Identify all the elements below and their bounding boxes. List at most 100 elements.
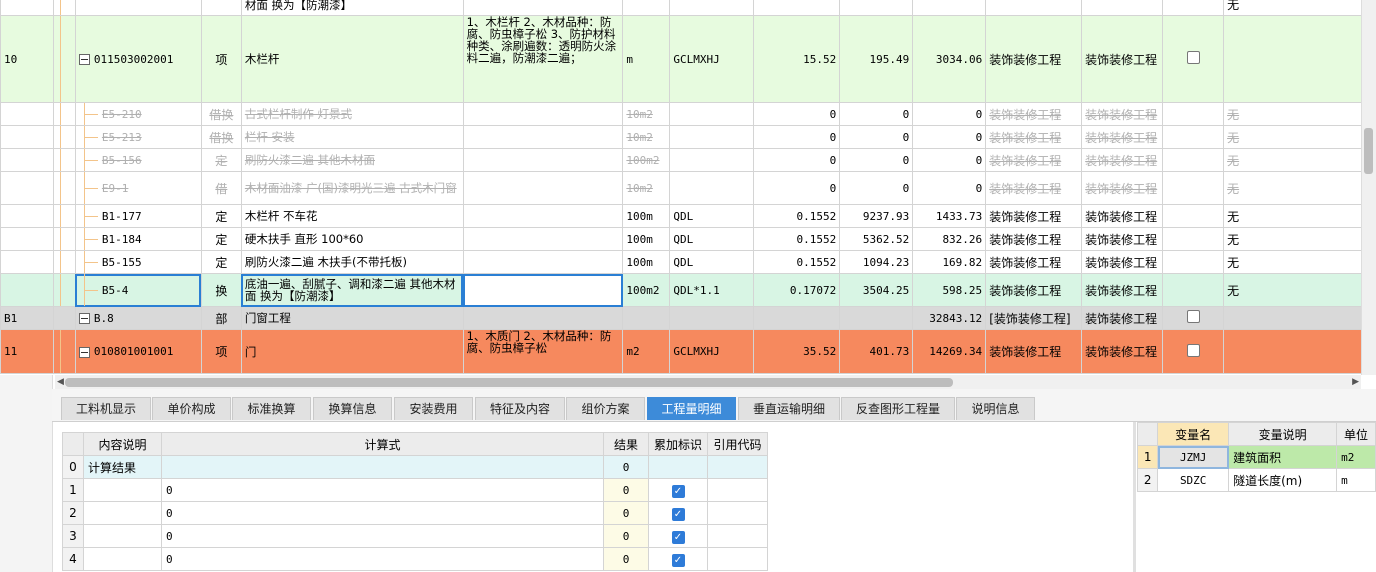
scroll-left-icon[interactable]: ◀ xyxy=(57,375,64,389)
checkmark-icon[interactable]: ✓ xyxy=(671,507,685,521)
grid-row[interactable]: B1 B.8 部门窗工程 32843.12 [装饰装修工程] 装饰装修工程 xyxy=(0,306,1376,330)
name-cell[interactable]: 栏杆 安装 xyxy=(240,125,464,149)
checkmark-icon[interactable]: ✓ xyxy=(671,484,685,498)
expr-cell[interactable]: QDL*1.1 xyxy=(669,273,755,307)
var-row[interactable]: 2 SDZC 隧道长度(m) m xyxy=(1136,468,1376,492)
tab-1[interactable]: 单价构成 xyxy=(152,397,231,420)
tab-9[interactable]: 反查图形工程量 xyxy=(841,397,955,420)
checkmark-icon[interactable]: ✓ xyxy=(671,553,685,567)
feature-cell[interactable]: 1、木质门 2、木材品种：防腐、防虫樟子松 xyxy=(462,329,624,374)
calc-formula[interactable]: 0 xyxy=(161,547,604,571)
scroll-right-icon[interactable]: ▶ xyxy=(1352,375,1359,389)
calc-desc[interactable] xyxy=(83,478,162,502)
panel-splitter[interactable] xyxy=(1133,422,1136,572)
grid-row[interactable]: 材面 换为【防潮漆】 无 xyxy=(0,0,1376,16)
checkmark-icon[interactable]: ✓ xyxy=(671,530,685,544)
calc-header[interactable]: 结果 xyxy=(603,432,649,456)
calc-row[interactable]: 0 计算结果 0 xyxy=(62,455,768,479)
grid-row[interactable]: E5-210 借换 古式栏杆制作 灯景式 10m2 0 0 0 装饰装修工程 装饰装修工程无 xyxy=(0,102,1376,126)
code-cell[interactable]: E9-1 xyxy=(74,171,202,205)
tab-2[interactable]: 标准换算 xyxy=(232,397,311,420)
checkbox-cell[interactable] xyxy=(1162,171,1225,205)
grid-row[interactable]: E5-213 借换 栏杆 安装 10m2 0 0 0 装饰装修工程 装饰装修工程无 xyxy=(0,125,1376,149)
calc-desc[interactable] xyxy=(83,524,162,548)
code-cell[interactable]: B1-184 xyxy=(74,227,202,251)
name-cell[interactable]: 材面 换为【防潮漆】 xyxy=(240,0,464,16)
tab-4[interactable]: 安装费用 xyxy=(394,397,473,420)
ref-code[interactable] xyxy=(707,478,768,502)
name-cell[interactable]: 刷防火漆二遍 木扶手(不带托板) xyxy=(240,250,464,274)
feature-cell[interactable]: 1、木栏杆 2、木材品种：防腐、防虫樟子松 3、防护材料种类、涂刷遍数：透明防火… xyxy=(462,15,624,103)
feature-cell[interactable] xyxy=(462,306,624,330)
calc-desc[interactable] xyxy=(83,547,162,571)
calc-row[interactable]: 3 0 0 ✓ xyxy=(62,524,768,548)
code-cell[interactable]: 010801001001 xyxy=(74,329,202,374)
grid-row[interactable]: E9-1 借木材面油漆 广(国)漆明光三遍 古式木门窗 10m2 0 0 0 装饰装修工程装… xyxy=(0,171,1376,205)
checkbox-cell[interactable] xyxy=(1162,204,1225,228)
feature-cell[interactable] xyxy=(462,204,624,228)
code-cell[interactable]: E5-213 xyxy=(74,125,202,149)
var-row[interactable]: 1 JZMJ 建筑面积 m2 xyxy=(1136,445,1376,469)
expr-cell[interactable] xyxy=(669,148,755,172)
collapse-icon[interactable] xyxy=(78,54,90,65)
expr-cell[interactable] xyxy=(669,0,755,16)
calc-row[interactable]: 1 0 0 ✓ xyxy=(62,478,768,502)
ref-code[interactable] xyxy=(707,547,768,571)
vertical-scrollbar[interactable] xyxy=(1361,0,1376,375)
var-header[interactable]: 单位 xyxy=(1336,422,1376,446)
checkbox-cell[interactable] xyxy=(1162,148,1225,172)
tab-6[interactable]: 组价方案 xyxy=(566,397,645,420)
collapse-icon[interactable] xyxy=(78,313,90,324)
feature-cell[interactable] xyxy=(462,250,624,274)
accumulate-cell[interactable]: ✓ xyxy=(648,524,708,548)
expr-cell[interactable] xyxy=(669,102,755,126)
horizontal-scroll-thumb[interactable] xyxy=(65,378,953,387)
ref-code[interactable] xyxy=(707,455,768,479)
calc-formula[interactable]: 0 xyxy=(161,501,604,525)
expr-cell[interactable] xyxy=(669,171,755,205)
calc-row[interactable]: 4 0 0 ✓ xyxy=(62,547,768,571)
row-checkbox[interactable] xyxy=(1186,51,1200,64)
grid-row[interactable]: 11 010801001001 项门 1、木质门 2、木材品种：防腐、防虫樟子松 m2 G… xyxy=(0,329,1376,374)
calc-header[interactable]: 引用代码 xyxy=(707,432,768,456)
checkbox-cell[interactable] xyxy=(1162,102,1225,126)
code-cell[interactable]: B.8 xyxy=(74,306,202,330)
grid-row[interactable]: 10 011503002001 项木栏杆 1、木栏杆 2、木材品种：防腐、防虫樟子松 … xyxy=(0,15,1376,103)
checkbox-cell[interactable] xyxy=(1162,329,1225,374)
name-cell[interactable]: 刷防火漆二遍 其他木材面 xyxy=(240,148,464,172)
ref-code[interactable] xyxy=(707,501,768,525)
row-checkbox[interactable] xyxy=(1186,310,1200,323)
calc-header[interactable]: 内容说明 xyxy=(83,432,162,456)
name-cell[interactable]: 门窗工程 xyxy=(240,306,464,330)
code-cell[interactable]: 011503002001 xyxy=(74,15,202,103)
expr-cell[interactable] xyxy=(669,125,755,149)
checkbox-cell[interactable] xyxy=(1162,273,1225,307)
checkbox-cell[interactable] xyxy=(1162,250,1225,274)
checkbox-cell[interactable] xyxy=(1162,125,1225,149)
accumulate-cell[interactable]: ✓ xyxy=(648,501,708,525)
feature-cell[interactable] xyxy=(462,148,624,172)
name-cell[interactable]: 古式栏杆制作 灯景式 xyxy=(240,102,464,126)
expr-cell[interactable]: GCLMXHJ xyxy=(669,329,755,374)
accumulate-cell[interactable] xyxy=(648,455,708,479)
name-cell[interactable]: 木栏杆 不车花 xyxy=(240,204,464,228)
code-cell[interactable]: B5-156 xyxy=(74,148,202,172)
grid-row[interactable]: B5-4 换底油一遍、刮腻子、调和漆二遍 其他木材面 换为【防潮漆】 100m2 QD… xyxy=(0,273,1376,307)
horizontal-scrollbar[interactable]: ◀ ▶ xyxy=(55,375,1361,389)
name-cell[interactable]: 木材面油漆 广(国)漆明光三遍 古式木门窗 xyxy=(240,171,464,205)
row-checkbox[interactable] xyxy=(1186,343,1200,357)
name-cell[interactable]: 底油一遍、刮腻子、调和漆二遍 其他木材面 换为【防潮漆】 xyxy=(240,273,464,307)
code-cell[interactable]: E5-210 xyxy=(74,102,202,126)
calc-header[interactable]: 计算式 xyxy=(161,432,604,456)
accumulate-cell[interactable]: ✓ xyxy=(648,547,708,571)
calc-formula[interactable]: 0 xyxy=(161,524,604,548)
tab-0[interactable]: 工料机显示 xyxy=(61,397,151,420)
code-cell[interactable]: B1-177 xyxy=(74,204,202,228)
calc-row[interactable]: 2 0 0 ✓ xyxy=(62,501,768,525)
grid-row[interactable]: B1-184 定硬木扶手 直形 100*60 100m QDL 0.1552 5362.5… xyxy=(0,227,1376,251)
expr-cell[interactable]: GCLMXHJ xyxy=(669,15,755,103)
checkbox-cell[interactable] xyxy=(1162,306,1225,330)
calc-formula[interactable]: 0 xyxy=(161,478,604,502)
tab-7[interactable]: 工程量明细 xyxy=(647,397,736,420)
tab-5[interactable]: 特征及内容 xyxy=(475,397,565,420)
